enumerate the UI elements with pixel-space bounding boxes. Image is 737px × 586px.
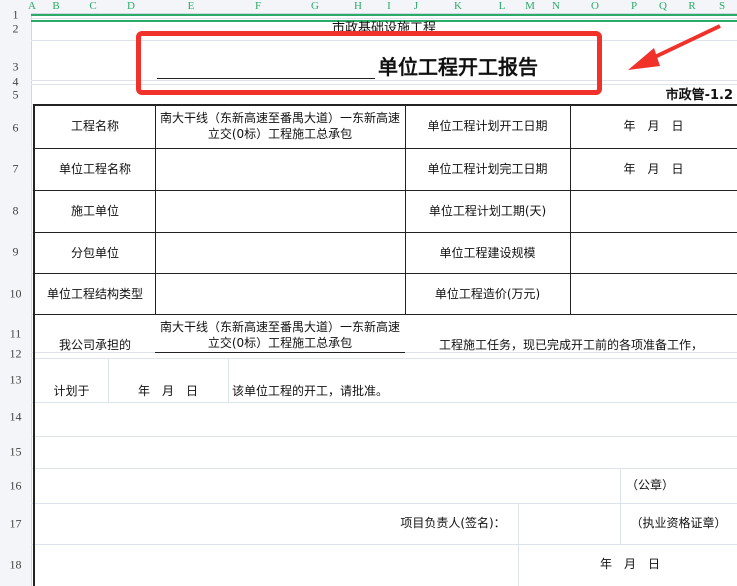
- gridline: [31, 503, 737, 504]
- column-header-J[interactable]: J: [414, 0, 418, 12]
- sign-date[interactable]: 年 月 日: [580, 555, 680, 573]
- gridline: [31, 436, 737, 437]
- manager-label: 项目负责人(签名)：: [400, 516, 506, 530]
- row-header-11[interactable]: 11: [0, 327, 31, 342]
- plan-date[interactable]: 年 月 日: [108, 382, 228, 400]
- row-header-17[interactable]: 17: [0, 517, 31, 532]
- row-header-12[interactable]: 12: [0, 347, 31, 362]
- statement-suffix: 工程施工任务，现已完成开工前的各项准备工作，: [438, 338, 703, 352]
- row-header-7[interactable]: 7: [0, 162, 31, 177]
- label-planned-finish: 单位工程计划完工日期: [427, 162, 548, 176]
- seal-label: （公章）: [625, 478, 674, 492]
- column-header-L[interactable]: L: [499, 0, 506, 12]
- label-planned-duration: 单位工程计划工期(天): [428, 204, 547, 218]
- plan-suffix: 该单位工程的开工，请批准。: [232, 384, 389, 398]
- row-header-8[interactable]: 8: [0, 204, 31, 219]
- column-header-Q[interactable]: Q: [659, 0, 667, 12]
- row-header-15[interactable]: 15: [0, 445, 31, 460]
- column-header-B[interactable]: B: [52, 0, 59, 12]
- column-header-F[interactable]: F: [255, 0, 261, 12]
- row-header-2[interactable]: 2: [0, 22, 31, 37]
- column-header-C[interactable]: C: [89, 0, 96, 12]
- row-header-14[interactable]: 14: [0, 410, 31, 425]
- label-scale: 单位工程建设规模: [439, 245, 536, 260]
- column-header-N[interactable]: N: [552, 0, 560, 12]
- row-header-1[interactable]: 1: [0, 8, 31, 23]
- red-highlight-box: [136, 31, 602, 95]
- value-project-name[interactable]: 南大干线（东新高速至番禺大道）一东新高速立交(0标）工程施工总承包: [157, 104, 403, 148]
- red-arrow-icon: [628, 24, 721, 70]
- label-unit-name: 单位工程名称: [58, 162, 131, 176]
- statement-project[interactable]: 南大干线（东新高速至番禺大道）一东新高速立交(0标）工程施工总承包: [157, 318, 403, 352]
- plan-label: 计划于: [53, 384, 90, 398]
- label-structure: 单位工程结构类型: [46, 286, 143, 301]
- row-header-3[interactable]: 3: [0, 60, 31, 75]
- column-header-H[interactable]: H: [354, 0, 362, 12]
- gridline: [31, 402, 737, 403]
- column-header-G[interactable]: G: [311, 0, 319, 12]
- row-header-6[interactable]: 6: [0, 121, 31, 136]
- gridline: [31, 544, 737, 545]
- form-code: 市政管-1.2: [665, 88, 733, 103]
- column-header-S[interactable]: S: [719, 0, 725, 12]
- label-subcontractor: 分包单位: [70, 245, 119, 260]
- cert-seal-label: （执业资格证章）: [630, 516, 727, 530]
- column-header-E[interactable]: E: [188, 0, 195, 12]
- row-header-18[interactable]: 18: [0, 558, 31, 573]
- row-header-bar[interactable]: 1 2 3 4 5 6 7 8 9 10 11 12 13 14 15 16 17 18: [0, 8, 32, 586]
- column-header-I[interactable]: I: [387, 0, 391, 12]
- column-header-P[interactable]: P: [631, 0, 637, 12]
- column-header-O[interactable]: O: [591, 0, 599, 12]
- row-header-13[interactable]: 13: [0, 373, 31, 388]
- column-header-D[interactable]: D: [127, 0, 135, 12]
- row-header-5[interactable]: 5: [0, 88, 31, 103]
- row-header-9[interactable]: 9: [0, 245, 31, 260]
- column-header-K[interactable]: K: [454, 0, 462, 12]
- label-contractor: 施工单位: [70, 204, 119, 218]
- statement-prefix: 我公司承担的: [58, 338, 131, 352]
- label-cost: 单位工程造价(万元): [434, 286, 541, 301]
- row-header-16[interactable]: 16: [0, 479, 31, 494]
- column-header-bar[interactable]: ABCDEFGHIJKLMNOPQRS: [0, 0, 737, 14]
- column-header-M[interactable]: M: [525, 0, 535, 12]
- value-planned-finish[interactable]: 年 月 日: [570, 148, 737, 190]
- gridline: [31, 468, 737, 469]
- value-planned-start[interactable]: 年 月 日: [570, 104, 737, 148]
- label-planned-start: 单位工程计划开工日期: [427, 119, 548, 133]
- column-header-R[interactable]: R: [688, 0, 695, 12]
- label-project-name: 工程名称: [70, 119, 119, 133]
- row-header-10[interactable]: 10: [0, 287, 31, 302]
